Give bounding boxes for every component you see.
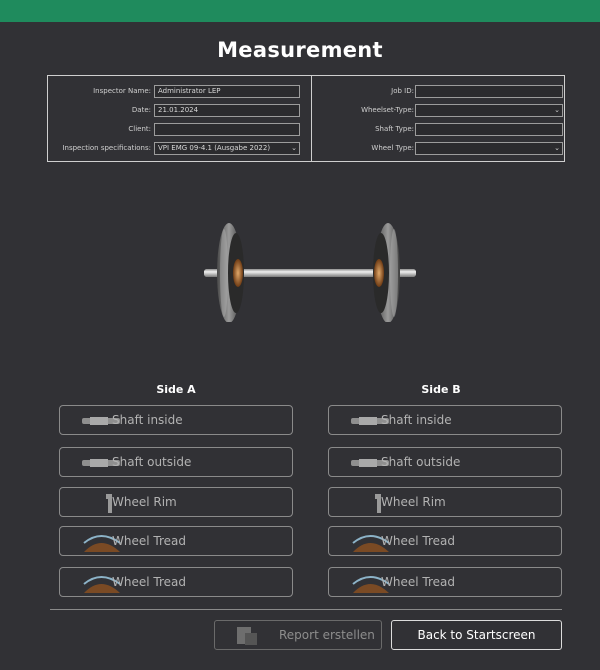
top-accent-bar bbox=[0, 0, 600, 22]
side-a-wheel-tread-button-2[interactable]: Wheel Tread bbox=[59, 567, 293, 597]
side-b-shaft-inside-button[interactable]: Shaft inside bbox=[328, 405, 562, 435]
client-label: Client: bbox=[128, 125, 151, 133]
side-b-wheel-tread-button[interactable]: Wheel Tread bbox=[328, 526, 562, 556]
inspector-name-label: Inspector Name: bbox=[93, 87, 151, 95]
footer-divider bbox=[50, 609, 562, 610]
button-label: Wheel Rim bbox=[112, 495, 177, 509]
inspection-spec-row: Inspection specifications: VPI EMG 09-4.… bbox=[48, 142, 303, 155]
wheel-type-label: Wheel Type: bbox=[371, 144, 414, 152]
date-label: Date: bbox=[131, 106, 151, 114]
date-field[interactable]: 21.01.2024 bbox=[154, 104, 300, 117]
side-b-title: Side B bbox=[421, 383, 461, 396]
wheelset-type-label: Wheelset-Type: bbox=[361, 106, 414, 114]
inspection-spec-select[interactable]: VPI EMG 09-4.1 (Ausgabe 2022) ⌄ bbox=[154, 142, 300, 155]
chevron-down-icon: ⌄ bbox=[554, 106, 560, 114]
button-label: Shaft inside bbox=[112, 413, 183, 427]
inspector-name-field[interactable]: Administrator LEP bbox=[154, 85, 300, 98]
shaft-type-label: Shaft Type: bbox=[375, 125, 414, 133]
inspector-name-row: Inspector Name: Administrator LEP bbox=[48, 85, 303, 98]
button-label: Wheel Tread bbox=[112, 534, 186, 548]
chevron-down-icon: ⌄ bbox=[554, 144, 560, 152]
wheel-type-select[interactable]: ⌄ bbox=[415, 142, 563, 155]
inspection-spec-label: Inspection specifications: bbox=[62, 144, 151, 152]
chevron-down-icon: ⌄ bbox=[291, 144, 297, 152]
date-row: Date: 21.01.2024 bbox=[48, 104, 303, 117]
shaft-type-row: Shaft Type: bbox=[312, 123, 564, 136]
button-label: Wheel Rim bbox=[381, 495, 446, 509]
side-a-wheel-tread-button[interactable]: Wheel Tread bbox=[59, 526, 293, 556]
client-row: Client: bbox=[48, 123, 303, 136]
report-button-label: Report erstellen bbox=[279, 628, 375, 642]
side-a-wheel-rim-button[interactable]: Wheel Rim bbox=[59, 487, 293, 517]
report-icon bbox=[237, 627, 257, 645]
wheel-type-row: Wheel Type: ⌄ bbox=[312, 142, 564, 155]
job-id-row: Job ID: bbox=[312, 85, 564, 98]
page-title: Measurement bbox=[217, 38, 383, 62]
wheelset-type-select[interactable]: ⌄ bbox=[415, 104, 563, 117]
button-label: Wheel Tread bbox=[112, 575, 186, 589]
back-to-startscreen-button[interactable]: Back to Startscreen bbox=[391, 620, 562, 650]
client-field[interactable] bbox=[154, 123, 300, 136]
button-label: Shaft outside bbox=[381, 455, 461, 469]
button-label: Wheel Tread bbox=[381, 534, 455, 548]
button-label: Shaft inside bbox=[381, 413, 452, 427]
report-button[interactable]: Report erstellen bbox=[214, 620, 382, 650]
job-id-label: Job ID: bbox=[391, 87, 414, 95]
wheelset-illustration bbox=[204, 223, 416, 322]
side-b-shaft-outside-button[interactable]: Shaft outside bbox=[328, 447, 562, 477]
button-label: Shaft outside bbox=[112, 455, 192, 469]
job-id-field[interactable] bbox=[415, 85, 563, 98]
inspection-spec-value: VPI EMG 09-4.1 (Ausgabe 2022) bbox=[158, 144, 271, 152]
shaft-type-field[interactable] bbox=[415, 123, 563, 136]
side-b-wheel-tread-button-2[interactable]: Wheel Tread bbox=[328, 567, 562, 597]
side-a-title: Side A bbox=[156, 383, 196, 396]
side-a-shaft-inside-button[interactable]: Shaft inside bbox=[59, 405, 293, 435]
button-label: Wheel Tread bbox=[381, 575, 455, 589]
job-info-panel: Inspector Name: Administrator LEP Date: … bbox=[47, 75, 565, 162]
side-b-wheel-rim-button[interactable]: Wheel Rim bbox=[328, 487, 562, 517]
side-a-shaft-outside-button[interactable]: Shaft outside bbox=[59, 447, 293, 477]
wheelset-type-row: Wheelset-Type: ⌄ bbox=[312, 104, 564, 117]
